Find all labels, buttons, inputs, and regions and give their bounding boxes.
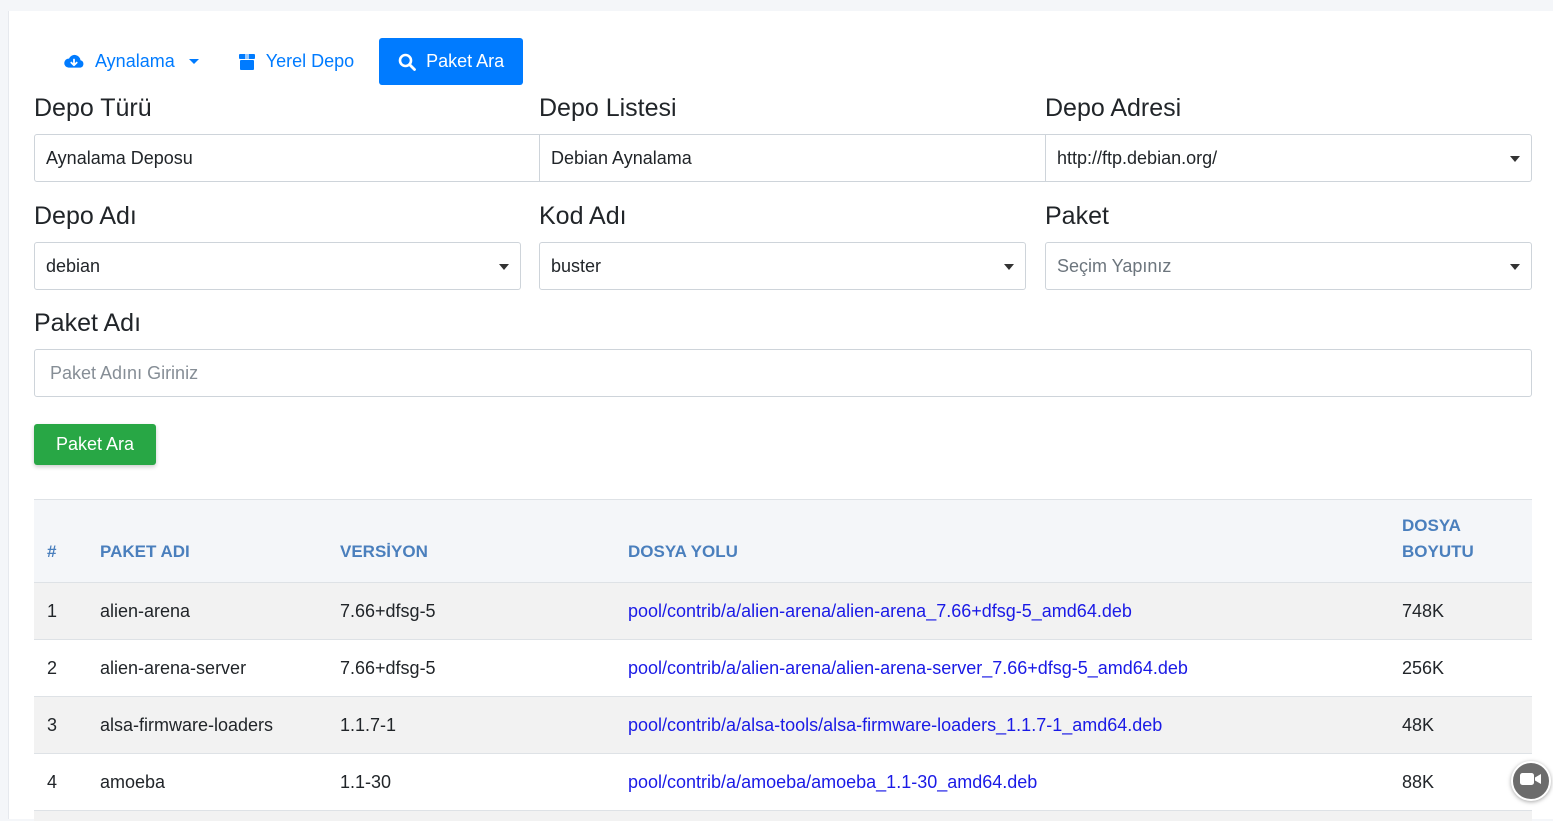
header-path: DOSYA YOLU	[628, 542, 738, 561]
paket-adi-label: Paket Adı	[34, 309, 142, 337]
row-version: 7.66+dfsg-5	[340, 600, 436, 621]
row-num: 2	[47, 657, 58, 678]
paket-adi-input[interactable]	[34, 349, 1532, 397]
paket-label: Paket	[1045, 202, 1109, 230]
row-path-link[interactable]: pool/contrib/a/alien-arena/alien-arena_7…	[628, 601, 1132, 621]
row-num: 1	[47, 600, 58, 621]
row-size: 256K	[1402, 657, 1445, 678]
cloud-download-icon	[63, 53, 85, 71]
tab-bar: Aynalama Yerel Depo Paket Ara	[49, 38, 534, 85]
tab-aynalama[interactable]: Aynalama	[49, 38, 213, 85]
depo-listesi-field[interactable]: Debian Aynalama	[539, 134, 1046, 182]
row-num: 3	[47, 714, 58, 735]
video-call-button[interactable]	[1511, 761, 1551, 801]
row-path-cell: pool/contrib/a/alien-arena/alien-arena-s…	[615, 640, 1389, 697]
row-name: amoeba	[100, 771, 166, 792]
depo-adresi-label: Depo Adresi	[1045, 94, 1182, 122]
row-name: alien-arena-server	[100, 657, 247, 678]
depo-adi-select[interactable]: debian	[34, 242, 521, 290]
row-path-link[interactable]: pool/contrib/a/alsa-tools/alsa-firmware-…	[628, 715, 1162, 735]
box-icon	[238, 53, 256, 71]
chevron-down-icon	[1510, 156, 1520, 162]
chevron-down-icon	[499, 264, 509, 270]
depo-turu-label: Depo Türü	[34, 94, 152, 122]
header-size-line1: DOSYA	[1402, 516, 1461, 535]
depo-adresi-value: http://ftp.debian.org/	[1057, 147, 1218, 168]
tab-yerel-depo-label: Yerel Depo	[265, 51, 355, 71]
table-row	[34, 810, 1532, 821]
main-card: Aynalama Yerel Depo Paket Ara Depo Türü …	[8, 11, 1553, 821]
row-version: 7.66+dfsg-5	[340, 657, 436, 678]
row-path-cell: pool/contrib/a/alsa-tools/alsa-firmware-…	[615, 697, 1389, 754]
kod-adi-value: buster	[551, 255, 602, 276]
header-size-line2: BOYUTU	[1402, 542, 1474, 561]
tab-yerel-depo[interactable]: Yerel Depo	[224, 38, 368, 85]
table-row: 2 alien-arena-server 7.66+dfsg-5 pool/co…	[34, 639, 1532, 697]
row-name: alsa-firmware-loaders	[100, 714, 274, 735]
chevron-down-icon	[188, 59, 199, 64]
results-table: # PAKET ADI VERSİYON DOSYA YOLU DOSYA BOY…	[34, 499, 1532, 821]
kod-adi-select[interactable]: buster	[539, 242, 1026, 290]
kod-adi-label: Kod Adı	[539, 202, 627, 230]
depo-listesi-label: Depo Listesi	[539, 94, 677, 122]
tab-aynalama-label: Aynalama	[95, 51, 175, 71]
row-version: 1.1-30	[340, 771, 392, 792]
row-size: 48K	[1402, 714, 1435, 735]
video-camera-icon	[1520, 772, 1542, 791]
row-name: alien-arena	[100, 600, 191, 621]
depo-listesi-value: Debian Aynalama	[551, 147, 692, 168]
row-path-cell: pool/contrib/a/alien-arena/alien-arena_7…	[615, 583, 1389, 640]
table-row: 3 alsa-firmware-loaders 1.1.7-1 pool/con…	[34, 696, 1532, 754]
header-version: VERSİYON	[340, 542, 428, 561]
table-header-row: # PAKET ADI VERSİYON DOSYA YOLU DOSYA BOY…	[34, 499, 1532, 583]
depo-adi-label: Depo Adı	[34, 202, 137, 230]
table-row: 4 amoeba 1.1-30 pool/contrib/a/amoeba/am…	[34, 753, 1532, 811]
paket-value: Seçim Yapınız	[1057, 255, 1172, 276]
depo-turu-field[interactable]: Aynalama Deposu	[34, 134, 540, 182]
row-path-link[interactable]: pool/contrib/a/alien-arena/alien-arena-s…	[628, 658, 1188, 678]
header-size: DOSYA BOYUTU	[1389, 500, 1532, 583]
tab-paket-ara-label: Paket Ara	[426, 51, 505, 71]
row-version: 1.1.7-1	[340, 714, 397, 735]
depo-turu-value: Aynalama Deposu	[46, 147, 193, 168]
depo-adi-value: debian	[46, 255, 101, 276]
row-path-link[interactable]: pool/contrib/a/amoeba/amoeba_1.1-30_amd6…	[628, 772, 1037, 792]
table-row: 1 alien-arena 7.66+dfsg-5 pool/contrib/a…	[34, 582, 1532, 640]
row-size: 748K	[1402, 600, 1445, 621]
tab-paket-ara[interactable]: Paket Ara	[379, 38, 524, 85]
chevron-down-icon	[1510, 264, 1520, 270]
row-num: 4	[47, 771, 58, 792]
paket-ara-button[interactable]: Paket Ara	[34, 424, 156, 465]
header-name: PAKET ADI	[100, 542, 190, 561]
row-path-cell: pool/contrib/a/amoeba/amoeba_1.1-30_amd6…	[615, 754, 1389, 811]
depo-adresi-select[interactable]: http://ftp.debian.org/	[1045, 134, 1532, 182]
search-icon	[398, 53, 417, 71]
paket-select[interactable]: Seçim Yapınız	[1045, 242, 1532, 290]
header-num: #	[47, 542, 57, 561]
chevron-down-icon	[1004, 264, 1014, 270]
